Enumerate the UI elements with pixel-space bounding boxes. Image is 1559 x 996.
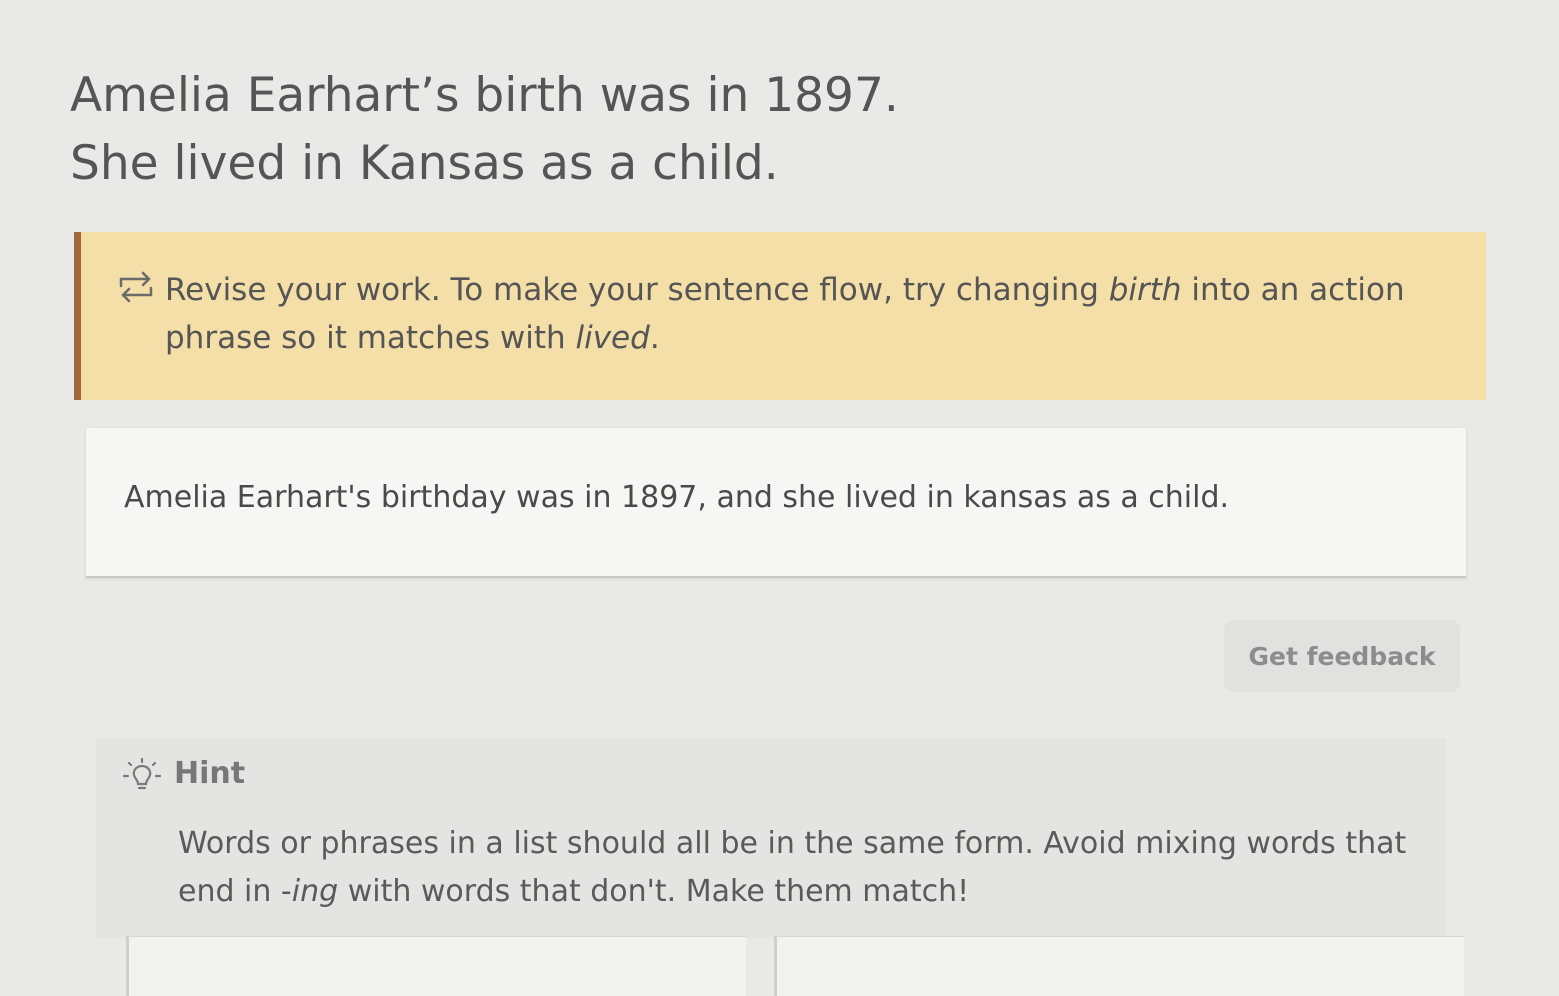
feedback-message: Revise your work. To make your sentence … [165, 266, 1455, 362]
response-input[interactable]: Amelia Earhart's birthday was in 1897, a… [86, 428, 1466, 578]
response-text[interactable]: Amelia Earhart's birthday was in 1897, a… [124, 478, 1229, 518]
feedback-banner: Revise your work. To make your sentence … [74, 232, 1486, 400]
example-card-right [774, 936, 1464, 996]
feedback-emphasis-lived: lived [575, 320, 650, 356]
hint-emphasis-ing: ing [291, 874, 339, 909]
hint-text: Words or phrases in a list should all be… [178, 820, 1438, 916]
hint-title: Hint [174, 756, 246, 791]
feedback-text-part: . [649, 320, 660, 356]
prompt-line-1: Amelia Earhart’s birth was in 1897. [70, 68, 899, 123]
hint-text-part: with words that don't. Make them match! [338, 874, 970, 909]
revise-arrows-icon [119, 271, 153, 303]
feedback-text-part: Revise your work. To make your sentence … [165, 272, 1109, 308]
prompt-line-2: She lived in Kansas as a child. [70, 136, 779, 191]
prompt-text: Amelia Earhart’s birth was in 1897. She … [70, 62, 899, 198]
get-feedback-button[interactable]: Get feedback [1224, 620, 1460, 692]
lightbulb-icon [122, 757, 162, 790]
feedback-emphasis-birth: birth [1108, 272, 1182, 308]
hint-panel: Hint Words or phrases in a list should a… [96, 738, 1446, 938]
example-card-left [126, 936, 746, 996]
